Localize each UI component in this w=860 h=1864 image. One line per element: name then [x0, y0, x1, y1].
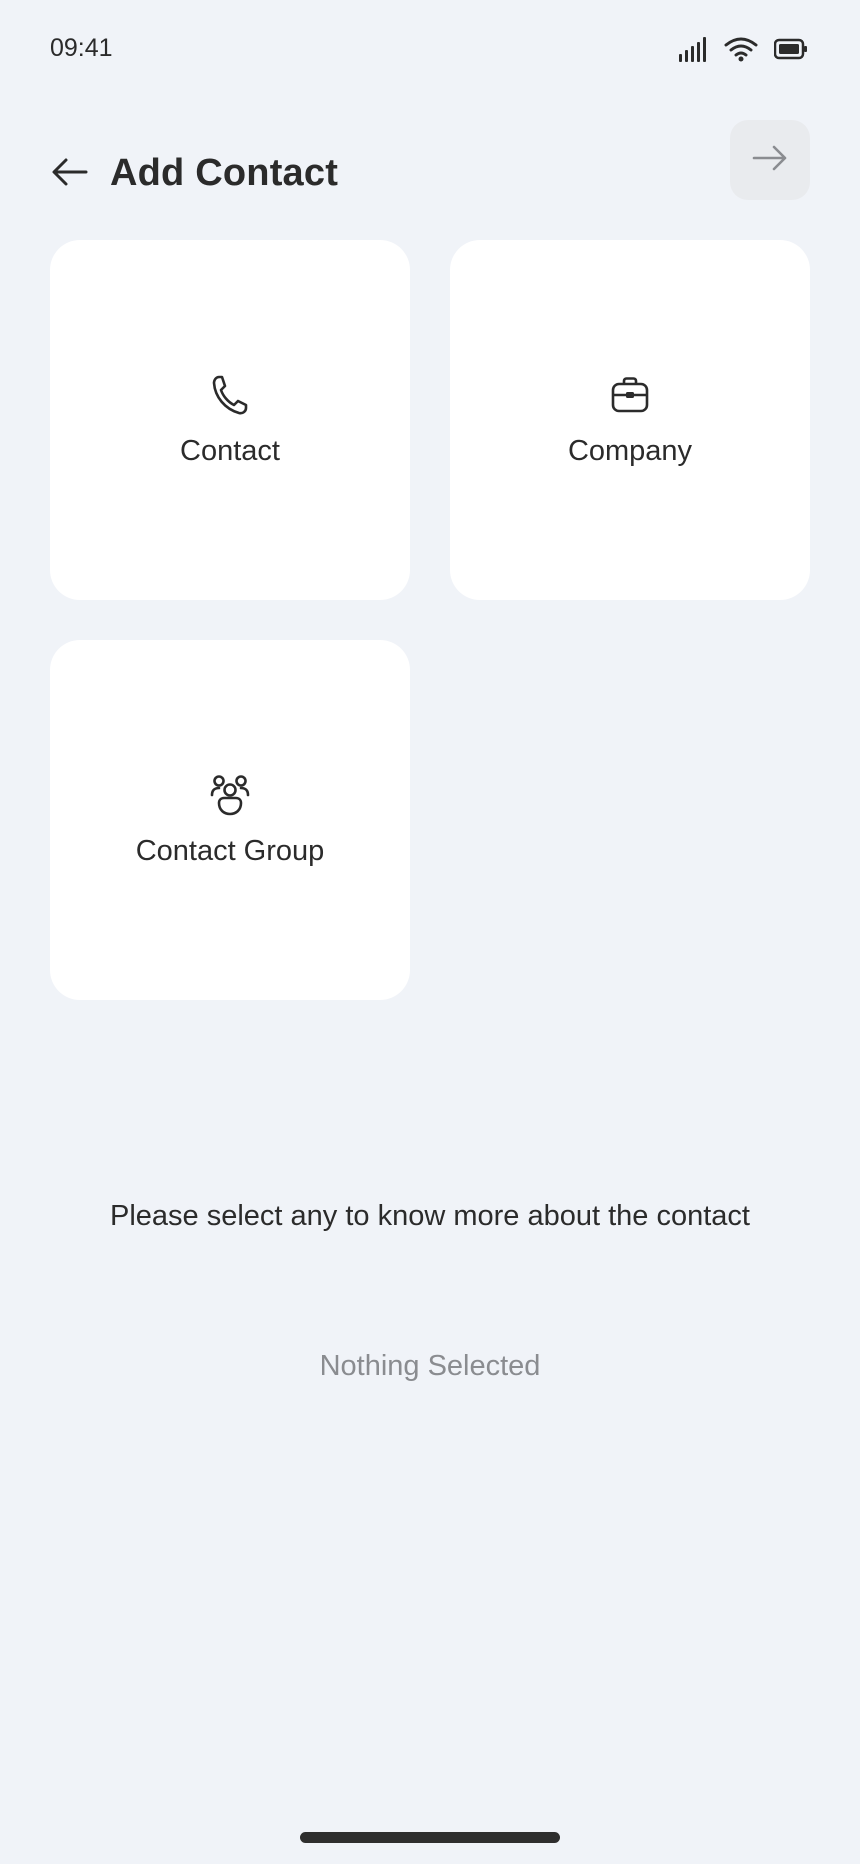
header: Add Contact: [0, 110, 860, 230]
arrow-left-icon: [51, 157, 89, 192]
back-button[interactable]: [48, 152, 92, 196]
arrow-right-icon: [752, 144, 788, 177]
option-card-contact[interactable]: Contact: [50, 240, 410, 600]
selection-prompt: Please select any to know more about the…: [110, 1200, 750, 1232]
option-label: Company: [567, 434, 693, 467]
next-button[interactable]: [730, 120, 810, 200]
signal-icon: [678, 36, 708, 62]
selection-status: Nothing Selected: [319, 1350, 541, 1382]
phone-icon: [208, 373, 252, 417]
add-contact-screen: 09:41 Add Contact Contact Company Contac…: [0, 0, 860, 1864]
wifi-icon: [724, 36, 758, 62]
status-bar: 09:41: [0, 0, 860, 100]
option-label: Contact: [180, 434, 280, 467]
option-label: Contact Group: [135, 834, 325, 867]
battery-icon: [774, 38, 808, 60]
briefcase-icon: [608, 373, 652, 417]
option-card-contact-group[interactable]: Contact Group: [50, 640, 410, 1000]
option-card-company[interactable]: Company: [450, 240, 810, 600]
group-icon: [208, 773, 252, 817]
status-icons: [678, 36, 808, 62]
page-title: Add Contact: [110, 152, 339, 194]
home-indicator[interactable]: [300, 1832, 560, 1843]
status-time: 09:41: [50, 34, 113, 62]
